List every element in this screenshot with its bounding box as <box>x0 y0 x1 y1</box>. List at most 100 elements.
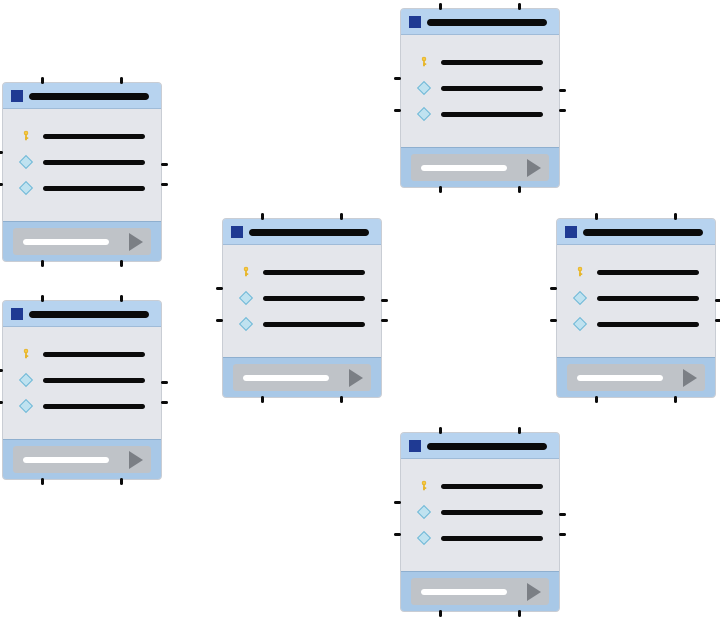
connector-notch <box>394 77 401 80</box>
field-line <box>597 270 699 275</box>
header-square-icon <box>231 226 243 238</box>
connector-notch <box>0 369 3 372</box>
footer-slot <box>23 457 109 463</box>
table-header <box>3 83 161 109</box>
header-square-icon <box>409 440 421 452</box>
field-icon <box>417 507 431 517</box>
field-line <box>597 296 699 301</box>
header-square-icon <box>409 16 421 28</box>
primary-key-icon <box>417 52 431 72</box>
db-table-card <box>556 218 716 398</box>
table-title-bar <box>427 19 547 26</box>
connector-notch <box>439 186 442 193</box>
field-line <box>441 112 543 117</box>
connector-notch <box>0 183 3 186</box>
table-body <box>401 35 559 139</box>
table-footer <box>3 221 161 261</box>
field-row <box>573 311 699 337</box>
connector-notch <box>559 89 566 92</box>
connector-notch <box>559 109 566 112</box>
table-header <box>3 301 161 327</box>
table-title-bar <box>583 229 703 236</box>
db-table-card <box>400 8 560 188</box>
field-line <box>597 322 699 327</box>
connector-notch <box>550 319 557 322</box>
play-icon <box>527 583 541 601</box>
connector-notch <box>261 213 264 220</box>
table-body <box>3 327 161 431</box>
field-line <box>43 160 145 165</box>
table-title-bar <box>427 443 547 450</box>
table-header <box>557 219 715 245</box>
play-icon <box>349 369 363 387</box>
table-footer <box>401 571 559 611</box>
db-table-card <box>222 218 382 398</box>
field-line <box>263 270 365 275</box>
primary-key-icon <box>19 344 33 364</box>
field-row <box>19 149 145 175</box>
footer-slot <box>23 239 109 245</box>
field-line <box>441 510 543 515</box>
connector-notch <box>120 77 123 84</box>
table-title-bar <box>29 311 149 318</box>
connector-notch <box>216 319 223 322</box>
field-icon <box>417 83 431 93</box>
field-row <box>19 123 145 149</box>
connector-notch <box>120 260 123 267</box>
field-icon <box>19 401 33 411</box>
field-icon <box>417 533 431 543</box>
play-icon <box>129 233 143 251</box>
connector-notch <box>41 295 44 302</box>
field-line <box>441 86 543 91</box>
connector-notch <box>41 478 44 485</box>
connector-notch <box>161 401 168 404</box>
field-row <box>19 175 145 201</box>
field-line <box>43 404 145 409</box>
table-body <box>557 245 715 349</box>
connector-notch <box>41 77 44 84</box>
table-title-bar <box>249 229 369 236</box>
connector-notch <box>0 151 3 154</box>
field-icon <box>573 293 587 303</box>
connector-notch <box>595 396 598 403</box>
db-table-card <box>400 432 560 612</box>
field-icon <box>573 319 587 329</box>
table-header <box>401 9 559 35</box>
table-footer <box>557 357 715 397</box>
footer-slot <box>577 375 663 381</box>
connector-notch <box>518 427 521 434</box>
connector-notch <box>518 3 521 10</box>
connector-notch <box>439 427 442 434</box>
field-icon <box>19 157 33 167</box>
field-row <box>19 393 145 419</box>
footer-slot <box>421 589 507 595</box>
table-body <box>401 459 559 563</box>
primary-key-icon <box>573 262 587 282</box>
field-line <box>263 296 365 301</box>
field-row <box>573 259 699 285</box>
connector-notch <box>595 213 598 220</box>
field-row <box>417 473 543 499</box>
field-row <box>417 101 543 127</box>
footer-track <box>233 364 371 391</box>
field-row <box>417 525 543 551</box>
connector-notch <box>394 501 401 504</box>
field-line <box>441 60 543 65</box>
connector-notch <box>120 295 123 302</box>
connector-notch <box>674 396 677 403</box>
db-table-card <box>2 82 162 262</box>
table-body <box>3 109 161 213</box>
connector-notch <box>340 213 343 220</box>
connector-notch <box>674 213 677 220</box>
primary-key-icon <box>239 262 253 282</box>
connector-notch <box>0 401 3 404</box>
footer-track <box>567 364 705 391</box>
field-row <box>417 75 543 101</box>
field-row <box>573 285 699 311</box>
field-line <box>43 378 145 383</box>
primary-key-icon <box>19 126 33 146</box>
connector-notch <box>559 513 566 516</box>
table-footer <box>401 147 559 187</box>
field-line <box>441 484 543 489</box>
table-header <box>223 219 381 245</box>
